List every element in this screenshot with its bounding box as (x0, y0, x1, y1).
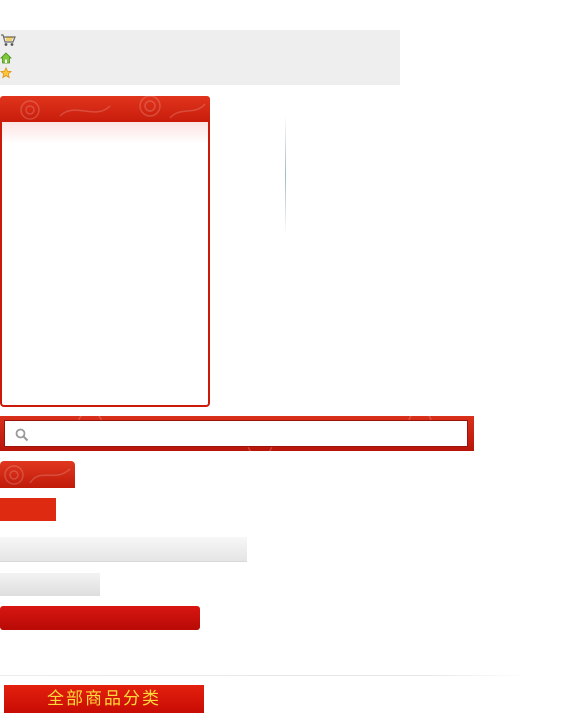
horizontal-divider (0, 675, 528, 676)
gray-tab[interactable] (0, 573, 100, 596)
top-toolbar-strip (0, 30, 400, 85)
search-input[interactable] (4, 420, 468, 447)
all-categories-button[interactable]: 全部商品分类 (4, 685, 204, 713)
red-tab-pattern (4, 465, 71, 485)
panel-header (0, 96, 210, 122)
red-button[interactable] (0, 498, 56, 521)
home-icon[interactable] (0, 49, 14, 64)
panel-content-box (0, 120, 210, 407)
cart-icon[interactable] (0, 32, 16, 46)
search-icon[interactable] (15, 427, 29, 442)
search-bar (0, 416, 474, 451)
red-header-bar (0, 606, 200, 630)
red-tab[interactable] (0, 461, 75, 488)
star-icon[interactable] (0, 64, 14, 79)
panel-header-pattern (20, 96, 206, 120)
vertical-divider (285, 115, 286, 235)
gray-header-bar (0, 537, 247, 562)
